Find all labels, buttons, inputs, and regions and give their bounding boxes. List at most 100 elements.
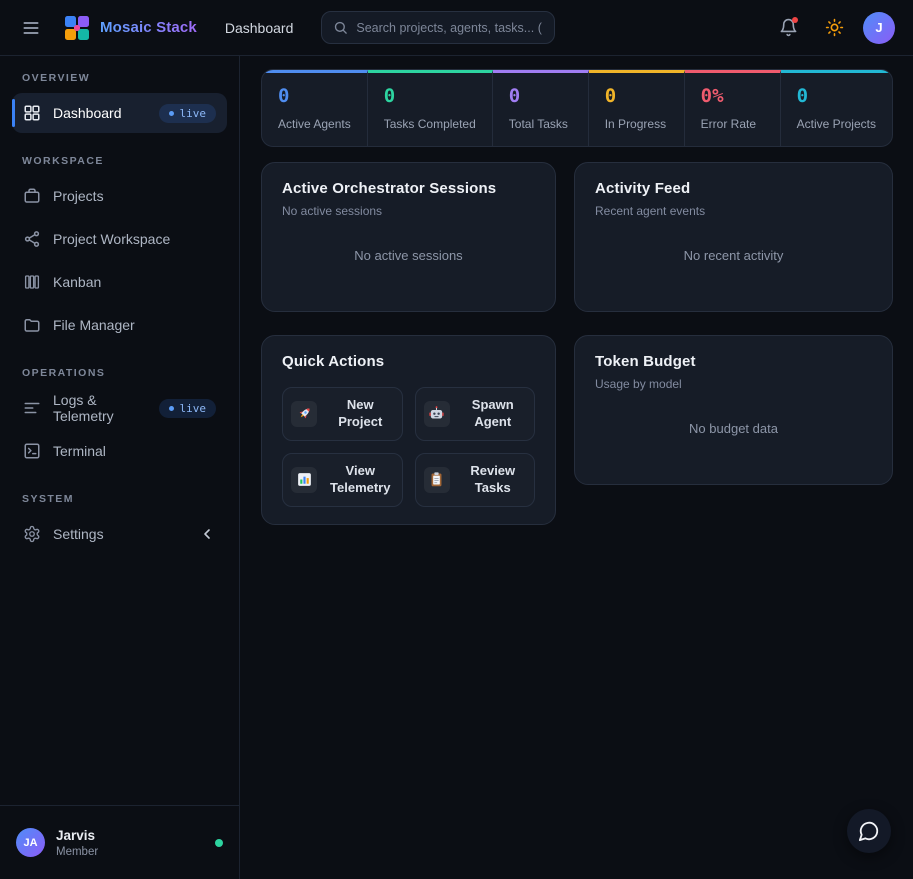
online-status-dot bbox=[215, 839, 223, 847]
stat-label: In Progress bbox=[605, 117, 668, 131]
user-role: Member bbox=[56, 846, 98, 858]
live-badge: live bbox=[159, 399, 217, 418]
stat-active-agents: 0 Active Agents bbox=[262, 70, 368, 146]
stat-value: 0 bbox=[278, 86, 351, 107]
section-label-workspace: WORKSPACE bbox=[22, 155, 217, 167]
section-label-system: SYSTEM bbox=[22, 493, 217, 505]
sidebar: OVERVIEW Dashboard live WORKSPACE Projec… bbox=[0, 56, 240, 879]
user-avatar[interactable]: J bbox=[863, 12, 895, 44]
sidebar-collapse-button[interactable] bbox=[199, 526, 215, 542]
notification-dot bbox=[792, 17, 798, 23]
stat-error-rate: 0% Error Rate bbox=[685, 70, 781, 146]
sidebar-item-project-workspace[interactable]: Project Workspace bbox=[12, 219, 227, 259]
card-subtitle: Recent agent events bbox=[595, 204, 872, 218]
quick-action-label: Spawn Agent bbox=[460, 397, 527, 431]
spawn-agent-button[interactable]: Spawn Agent bbox=[415, 387, 536, 441]
hamburger-icon bbox=[21, 18, 41, 38]
card-subtitle: No active sessions bbox=[282, 204, 535, 218]
stat-value: 0 bbox=[797, 86, 876, 107]
sidebar-item-file-manager[interactable]: File Manager bbox=[12, 305, 227, 345]
gear-icon bbox=[23, 525, 41, 543]
log-lines-icon bbox=[23, 399, 41, 417]
sidebar-item-label: Projects bbox=[53, 188, 104, 204]
quick-action-label: New Project bbox=[327, 397, 394, 431]
quick-action-label: View Telemetry bbox=[327, 463, 394, 497]
card-title: Activity Feed bbox=[595, 180, 872, 197]
chat-fab-button[interactable] bbox=[847, 809, 891, 853]
sidebar-item-label: Dashboard bbox=[53, 105, 122, 121]
header-actions: J bbox=[771, 11, 895, 45]
nodes-icon bbox=[23, 230, 41, 248]
token-budget-card: Token Budget Usage by model No budget da… bbox=[574, 335, 893, 485]
quick-actions-card: Quick Actions New Project Spawn Agent bbox=[261, 335, 556, 525]
card-subtitle: Usage by model bbox=[595, 377, 872, 391]
folder-icon bbox=[23, 316, 41, 334]
empty-state-text: No recent activity bbox=[595, 218, 872, 293]
user-profile[interactable]: JA Jarvis Member bbox=[0, 805, 239, 879]
notifications-button[interactable] bbox=[771, 11, 805, 45]
grid-icon bbox=[23, 104, 41, 122]
sidebar-item-kanban[interactable]: Kanban bbox=[12, 262, 227, 302]
menu-button[interactable] bbox=[14, 11, 48, 45]
sidebar-item-label: Logs & Telemetry bbox=[53, 392, 147, 424]
card-title: Active Orchestrator Sessions bbox=[282, 180, 535, 197]
sidebar-item-label: Terminal bbox=[53, 443, 106, 459]
brand-name: Mosaic Stack bbox=[100, 19, 197, 36]
stat-label: Error Rate bbox=[701, 117, 764, 131]
stats-row: 0 Active Agents 0 Tasks Completed 0 Tota… bbox=[261, 69, 893, 147]
sidebar-item-terminal[interactable]: Terminal bbox=[12, 431, 227, 471]
user-name: Jarvis bbox=[56, 828, 98, 843]
mosaic-logo-icon bbox=[64, 15, 90, 41]
chevron-left-icon bbox=[199, 526, 215, 542]
sidebar-item-label: Settings bbox=[53, 526, 104, 542]
avatar-initial: J bbox=[875, 20, 882, 35]
robot-icon bbox=[424, 401, 450, 427]
review-tasks-button[interactable]: Review Tasks bbox=[415, 453, 536, 507]
search-icon bbox=[333, 20, 348, 35]
stat-label: Tasks Completed bbox=[384, 117, 476, 131]
empty-state-text: No budget data bbox=[595, 391, 872, 466]
stat-value: 0 bbox=[509, 86, 572, 107]
sun-icon bbox=[825, 18, 844, 37]
view-telemetry-button[interactable]: View Telemetry bbox=[282, 453, 403, 507]
new-project-button[interactable]: New Project bbox=[282, 387, 403, 441]
sidebar-item-settings[interactable]: Settings bbox=[12, 514, 227, 554]
main-content: 0 Active Agents 0 Tasks Completed 0 Tota… bbox=[240, 56, 913, 879]
activity-feed-card: Activity Feed Recent agent events No rec… bbox=[574, 162, 893, 312]
top-header: Mosaic Stack Dashboard J bbox=[0, 0, 913, 56]
breadcrumb-page-title: Dashboard bbox=[225, 20, 294, 36]
stat-label: Active Projects bbox=[797, 117, 876, 131]
theme-toggle-button[interactable] bbox=[817, 11, 851, 45]
card-title: Quick Actions bbox=[282, 353, 535, 370]
stat-active-projects: 0 Active Projects bbox=[781, 70, 892, 146]
live-badge: live bbox=[159, 104, 217, 123]
quick-action-label: Review Tasks bbox=[460, 463, 527, 497]
sidebar-item-label: Project Workspace bbox=[53, 231, 170, 247]
stat-label: Total Tasks bbox=[509, 117, 572, 131]
stat-value: 0 bbox=[384, 86, 476, 107]
sidebar-item-logs-telemetry[interactable]: Logs & Telemetry live bbox=[12, 388, 227, 428]
clipboard-icon bbox=[424, 467, 450, 493]
user-initials-avatar: JA bbox=[16, 828, 45, 857]
briefcase-icon bbox=[23, 187, 41, 205]
sidebar-item-projects[interactable]: Projects bbox=[12, 176, 227, 216]
terminal-icon bbox=[23, 442, 41, 460]
sidebar-item-dashboard[interactable]: Dashboard live bbox=[12, 93, 227, 133]
empty-state-text: No active sessions bbox=[282, 218, 535, 293]
chat-bubble-icon bbox=[858, 820, 880, 842]
stat-value: 0% bbox=[701, 86, 764, 107]
section-label-overview: OVERVIEW bbox=[22, 72, 217, 84]
sidebar-item-label: File Manager bbox=[53, 317, 135, 333]
bar-chart-icon bbox=[291, 467, 317, 493]
stat-value: 0 bbox=[605, 86, 668, 107]
stat-tasks-completed: 0 Tasks Completed bbox=[368, 70, 493, 146]
search-bar[interactable] bbox=[321, 11, 555, 44]
card-title: Token Budget bbox=[595, 353, 872, 370]
sessions-card: Active Orchestrator Sessions No active s… bbox=[261, 162, 556, 312]
rocket-icon bbox=[291, 401, 317, 427]
search-input[interactable] bbox=[356, 21, 543, 35]
kanban-icon bbox=[23, 273, 41, 291]
stat-label: Active Agents bbox=[278, 117, 351, 131]
stat-total-tasks: 0 Total Tasks bbox=[493, 70, 589, 146]
sidebar-item-label: Kanban bbox=[53, 274, 101, 290]
